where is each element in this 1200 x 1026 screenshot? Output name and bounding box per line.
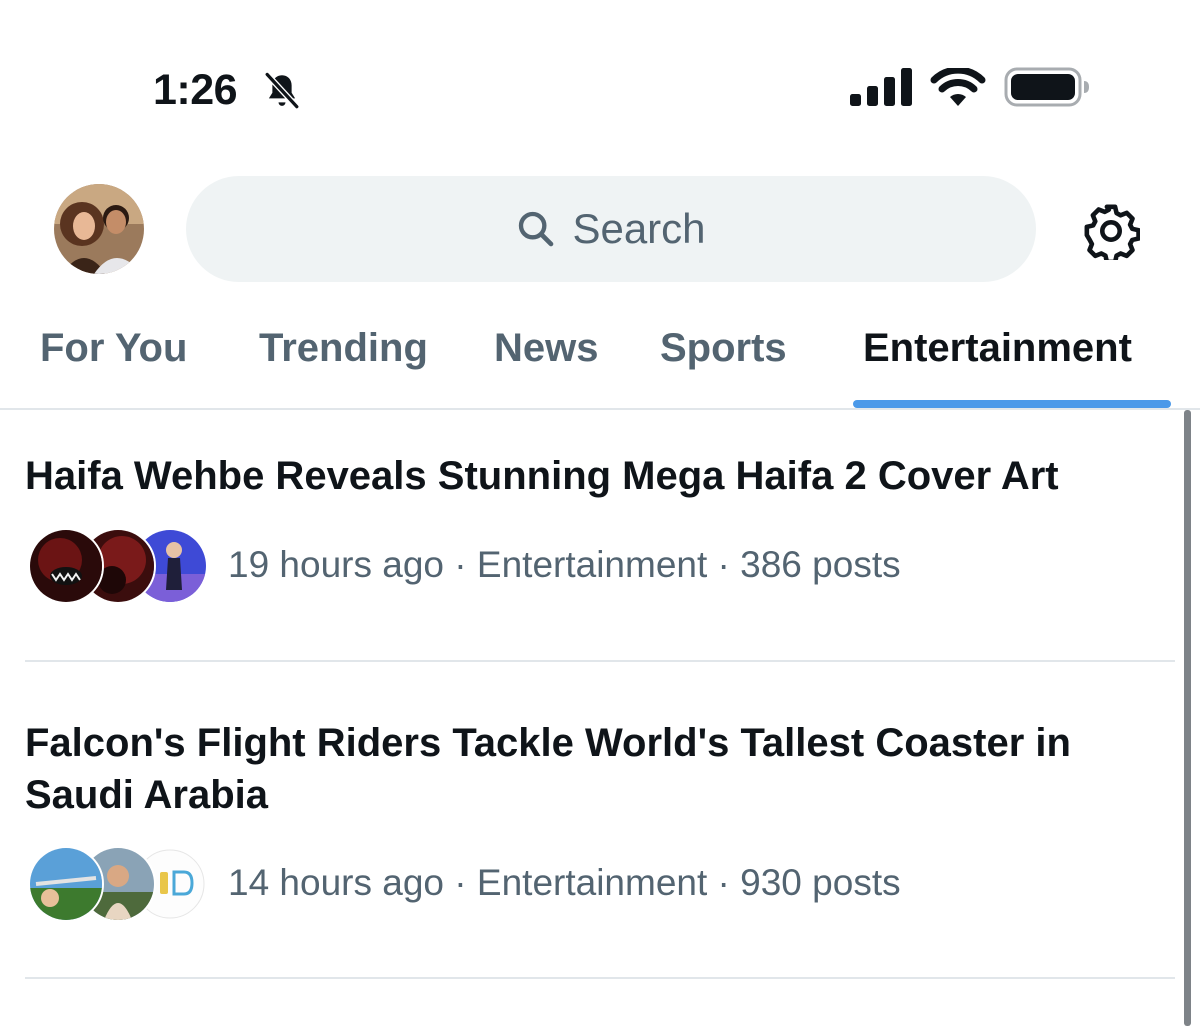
scrollbar[interactable]: [1184, 410, 1191, 1026]
status-time: 1:26: [153, 66, 238, 114]
list-divider: [25, 660, 1175, 662]
trend-meta: 19 hours ago · Entertainment · 386 posts: [228, 544, 901, 586]
active-tab-indicator: [853, 400, 1171, 408]
trend-title[interactable]: Falcon's Flight Riders Tackle World's Ta…: [25, 717, 1155, 821]
trend-category: Entertainment: [476, 862, 708, 903]
trend-time: 14 hours ago: [228, 862, 445, 903]
tab-sports[interactable]: Sports: [660, 326, 787, 371]
search-placeholder: Search: [572, 205, 706, 252]
wifi-icon: [930, 68, 986, 106]
search-icon: [519, 211, 554, 247]
meta-separator: ·: [444, 544, 477, 585]
post-avatars: [28, 846, 208, 922]
post-avatars: [28, 528, 208, 604]
tab-for-you[interactable]: For You: [40, 326, 187, 371]
gear-icon[interactable]: [1082, 202, 1140, 260]
trend-title[interactable]: Haifa Wehbe Reveals Stunning Mega Haifa …: [25, 450, 1155, 502]
list-divider: [25, 977, 1175, 979]
trend-post-count: 930 posts: [740, 862, 901, 903]
search-bar[interactable]: Search: [186, 176, 1036, 282]
meta-separator: ·: [444, 862, 477, 903]
trend-meta: 14 hours ago · Entertainment · 930 posts: [228, 862, 901, 904]
tab-entertainment[interactable]: Entertainment: [863, 326, 1132, 371]
status-bar: 1:26: [0, 0, 1200, 150]
bell-slash-icon: [264, 72, 300, 109]
battery-icon: [1004, 67, 1089, 107]
tab-trending[interactable]: Trending: [259, 326, 428, 371]
meta-separator: ·: [707, 862, 741, 903]
trend-time: 19 hours ago: [228, 544, 445, 585]
avatar: [28, 846, 104, 922]
trend-category: Entertainment: [476, 544, 708, 585]
tab-bar: For You Trending News Sports Entertainme…: [0, 316, 1200, 410]
cellular-signal-icon: [850, 68, 912, 106]
meta-separator: ·: [707, 544, 741, 585]
trend-post-count: 386 posts: [740, 544, 901, 585]
profile-avatar[interactable]: [54, 184, 144, 274]
tab-news[interactable]: News: [494, 326, 599, 371]
avatar: [28, 528, 104, 604]
tabs-divider: [0, 408, 1200, 410]
